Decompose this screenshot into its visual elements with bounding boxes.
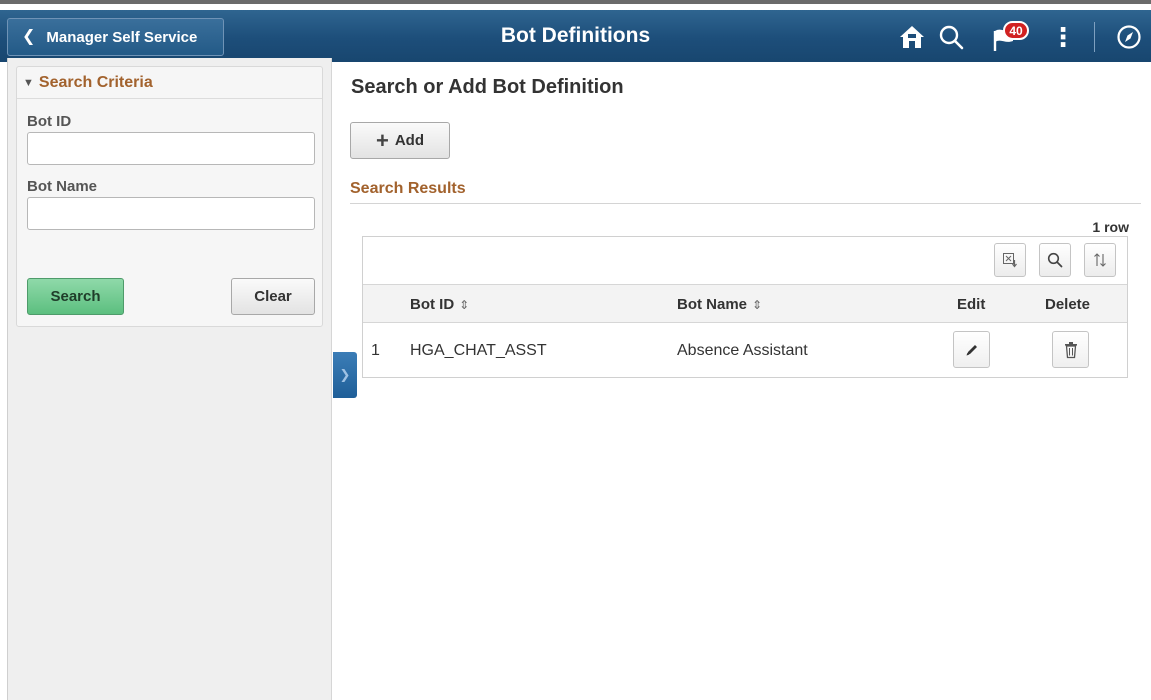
column-header-edit: Edit [957,296,985,313]
add-button[interactable]: + Add [350,122,450,159]
search-button[interactable]: Search [27,278,124,315]
clear-button[interactable]: Clear [231,278,315,315]
bot-id-label: Bot ID [27,113,72,130]
bot-name-input[interactable] [27,197,315,230]
bot-name-label: Bot Name [27,178,98,195]
chevron-left-icon: ❮ [22,28,36,45]
notifications-button[interactable]: 40 [990,20,1029,54]
sort-toggle-icon: ⇕ [752,297,763,312]
search-icon[interactable] [934,20,968,54]
search-icon [1047,252,1063,268]
row-number: 1 [371,342,380,359]
table-row[interactable]: 1 HGA_CHAT_ASST Absence Assistant [363,324,1127,378]
find-button[interactable] [1039,243,1071,277]
main-heading: Search or Add Bot Definition [351,76,624,98]
pencil-icon [966,344,977,355]
column-header-delete: Delete [1045,296,1090,313]
search-criteria-header[interactable]: ▼ Search Criteria [17,67,322,99]
grid-toolbar [363,237,1127,285]
home-icon[interactable] [895,20,929,54]
top-banner: ❮ Manager Self Service Bot Definitions 4… [0,0,1151,62]
bot-name-cell: Absence Assistant [677,342,808,359]
edit-button[interactable] [953,331,990,368]
grid-header-row: Bot ID ⇕ Bot Name ⇕ Edit Delete [363,285,1127,323]
bot-id-cell: HGA_CHAT_ASST [410,342,547,359]
banner-divider [1094,22,1095,52]
download-excel-icon [1003,253,1017,268]
caret-down-icon: ▼ [23,76,34,89]
sort-toggle-icon: ⇕ [459,297,470,312]
add-button-label: Add [394,132,425,149]
column-header-label: Bot Name [677,296,748,313]
column-header-bot-id[interactable]: Bot ID ⇕ [410,296,469,313]
column-header-label: Delete [1045,296,1091,313]
notification-count-badge: 40 [1003,21,1029,40]
row-count: 1 row [1092,219,1129,235]
back-button[interactable]: ❮ Manager Self Service [7,18,224,56]
results-grid: Bot ID ⇕ Bot Name ⇕ Edit Delete 1 HGA_CH… [362,236,1128,378]
column-header-bot-name[interactable]: Bot Name ⇕ [677,296,762,313]
plus-icon: + [375,127,389,153]
column-header-label: Bot ID [410,296,455,313]
trash-icon [1064,341,1077,358]
more-actions-icon[interactable]: ⋮ [1046,20,1080,54]
banner-bar: ❮ Manager Self Service Bot Definitions 4… [0,10,1151,62]
chevron-right-icon: ❯ [339,367,351,382]
collapse-panel-tab[interactable]: ❯ [333,352,357,398]
delete-button[interactable] [1052,331,1089,368]
search-criteria-box: ▼ Search Criteria Bot ID Bot Name Search… [16,66,323,327]
search-criteria-panel: ▼ Search Criteria Bot ID Bot Name Search… [7,58,332,700]
download-excel-button[interactable] [994,243,1026,277]
sort-button[interactable] [1084,243,1116,277]
search-results-heading: Search Results [350,180,1141,204]
bot-id-input[interactable] [27,132,315,165]
sort-icon [1094,253,1106,267]
column-header-label: Edit [957,296,986,313]
search-criteria-title: Search Criteria [38,73,153,91]
navbar-compass-icon[interactable] [1112,20,1146,54]
back-button-label: Manager Self Service [46,28,198,46]
